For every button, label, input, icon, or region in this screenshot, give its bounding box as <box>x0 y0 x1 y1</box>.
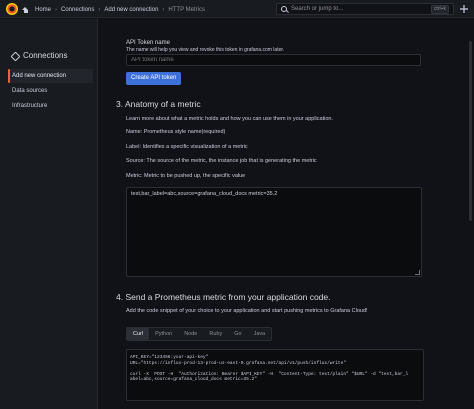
sidebar-item-add-new-connection[interactable]: Add new connection <box>8 69 93 83</box>
resize-handle-icon[interactable] <box>415 270 420 275</box>
metric-source-line: Source: The source of the metric, the in… <box>126 158 317 164</box>
breadcrumb-home[interactable]: Home <box>35 7 51 13</box>
breadcrumb-separator: › <box>98 7 101 13</box>
sidebar-item-infrastructure[interactable]: Infrastructure <box>8 99 93 113</box>
metric-example-value: test,bar_label=abc,source=grafana_cloud_… <box>131 191 278 197</box>
search-shortcut-badge: ctrl+k <box>430 4 449 14</box>
language-tabs: Curl Python Node Ruby Go Java <box>126 327 273 341</box>
main-content: API Token name The name will help you vi… <box>99 19 474 409</box>
tab-curl[interactable]: Curl <box>127 328 150 340</box>
breadcrumb: Home › Connections › Add new connection … <box>22 5 205 15</box>
section-3-intro: Learn more about what a metric holds and… <box>126 116 333 122</box>
home-icon[interactable] <box>22 7 29 13</box>
breadcrumb-separator: › <box>162 7 165 13</box>
plus-icon[interactable] <box>459 4 469 14</box>
api-token-label: API Token name <box>126 40 170 46</box>
tab-java[interactable]: Java <box>248 328 272 340</box>
code-snippet[interactable]: API_KEY="123456:your-api-key" URL="https… <box>126 349 424 401</box>
top-bar: Home › Connections › Add new connection … <box>0 0 474 18</box>
breadcrumb-add-new-connection[interactable]: Add new connection <box>104 7 158 13</box>
api-token-description: The name will help you view and revoke t… <box>126 47 285 53</box>
search-icon <box>281 6 287 12</box>
breadcrumb-connections[interactable]: Connections <box>61 7 94 13</box>
sidebar-item-data-sources[interactable]: Data sources <box>8 84 93 98</box>
sidebar: Connections Add new connection Data sour… <box>0 19 98 409</box>
grafana-logo-icon[interactable] <box>6 3 18 15</box>
metric-value-line: Metric: Metric to be pushed up, the spec… <box>126 173 246 179</box>
api-token-name-input[interactable] <box>126 54 421 66</box>
metric-label-line: Label: Identifies a specific visualizati… <box>126 144 248 150</box>
breadcrumb-current: HTTP Metrics <box>168 7 205 13</box>
section-3-title: 3. Anatomy of a metric <box>116 99 201 109</box>
tab-go[interactable]: Go <box>228 328 247 340</box>
tab-node[interactable]: Node <box>178 328 203 340</box>
scrollbar[interactable] <box>469 41 472 221</box>
search-input[interactable]: Search or jump to... ctrl+k <box>276 3 454 15</box>
tab-python[interactable]: Python <box>149 328 178 340</box>
search-placeholder: Search or jump to... <box>291 6 344 12</box>
section-4-title: 4. Send a Prometheus metric from your ap… <box>116 292 331 302</box>
sidebar-header: Connections <box>11 51 67 60</box>
connections-icon <box>11 52 18 59</box>
tab-ruby[interactable]: Ruby <box>203 328 228 340</box>
breadcrumb-separator: › <box>55 7 58 13</box>
sidebar-title: Connections <box>23 51 68 60</box>
section-4-intro: Add the code snippet of your choice to y… <box>126 308 368 314</box>
metric-example-textarea[interactable]: test,bar_label=abc,source=grafana_cloud_… <box>126 187 422 277</box>
create-api-token-button[interactable]: Create API token <box>126 72 182 85</box>
metric-name-line: Name: Prometheus style name(required) <box>126 129 226 135</box>
